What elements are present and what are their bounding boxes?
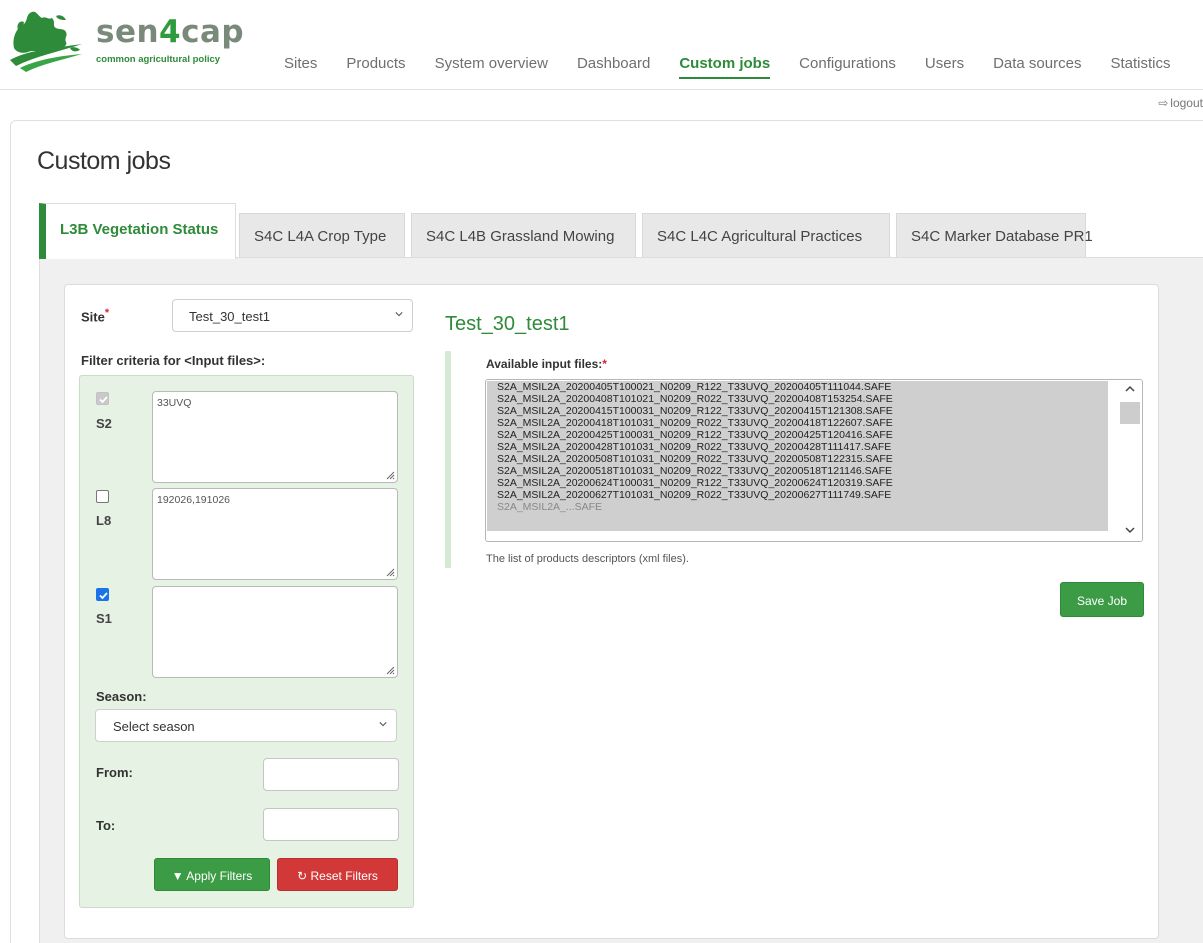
tab-l3b-vegetation-status[interactable]: L3B Vegetation Status: [39, 203, 236, 259]
nav-sites[interactable]: Sites: [284, 55, 317, 79]
file-option[interactable]: S2A_MSIL2A_20200428T101031_N0209_R022_T3…: [487, 441, 1108, 453]
file-option[interactable]: S2A_MSIL2A_20200418T101031_N0209_R022_T3…: [487, 417, 1108, 429]
apply-filters-button[interactable]: ▼ Apply Filters: [154, 858, 270, 891]
file-option[interactable]: S2A_MSIL2A_20200408T101021_N0209_R022_T3…: [487, 393, 1108, 405]
chevron-down-icon: [379, 722, 387, 727]
file-option[interactable]: S2A_MSIL2A_20200405T100021_N0209_R122_T3…: [487, 381, 1108, 393]
from-label: From:: [96, 765, 133, 780]
to-date-input[interactable]: [263, 808, 399, 841]
file-option[interactable]: S2A_MSIL2A_20200518T101031_N0209_R022_T3…: [487, 465, 1108, 477]
filter-icon: ▼: [171, 869, 184, 883]
page-title: Custom jobs: [37, 147, 171, 175]
job-form-card: Site* Test_30_test1 Filter criteria for …: [64, 284, 1159, 939]
resize-grip-icon[interactable]: [385, 665, 395, 675]
tab-content: Site* Test_30_test1 Filter criteria for …: [39, 257, 1203, 943]
available-files-list[interactable]: S2A_MSIL2A_20200405T100021_N0209_R122_T3…: [485, 379, 1143, 542]
s2-label: S2: [96, 416, 112, 431]
season-select-value: Select season: [113, 719, 195, 734]
check-icon: [99, 396, 108, 404]
file-option[interactable]: S2A_MSIL2A_20200624T100031_N0209_R122_T3…: [487, 477, 1108, 489]
selected-files-group: S2A_MSIL2A_20200405T100021_N0209_R122_T3…: [487, 381, 1108, 531]
sign-out-icon: ⇨: [1158, 96, 1169, 110]
reset-filters-label: Reset Filters: [310, 869, 378, 883]
files-panel-accent: [445, 351, 451, 568]
l8-label: L8: [96, 513, 112, 528]
files-help-text: The list of products descriptors (xml fi…: [486, 553, 689, 565]
brand-name: sen4cap: [96, 14, 245, 50]
reset-filters-button[interactable]: ↻ Reset Filters: [277, 858, 398, 891]
brand-logo[interactable]: sen4cap common agricultural policy: [8, 8, 244, 72]
scrollbar-thumb[interactable]: [1120, 402, 1140, 424]
nav-users[interactable]: Users: [925, 55, 964, 79]
filter-panel: S2 33UVQ L8 192026,191026 S1 Season: Sel…: [79, 375, 414, 908]
l8-checkbox[interactable]: [96, 490, 109, 503]
save-job-button[interactable]: Save Job: [1060, 582, 1144, 617]
refresh-icon: ↻: [297, 869, 308, 883]
l8-tiles-value: 192026,191026: [157, 494, 230, 506]
season-select[interactable]: Select season: [95, 709, 397, 742]
file-option[interactable]: S2A_MSIL2A_20200415T100031_N0209_R122_T3…: [487, 405, 1108, 417]
file-option[interactable]: S2A_MSIL2A_20200425T100031_N0209_R122_T3…: [487, 429, 1108, 441]
to-label: To:: [96, 818, 116, 833]
site-heading: Test_30_test1: [445, 313, 570, 335]
l8-tiles-textarea[interactable]: 192026,191026: [152, 488, 398, 580]
nav-products[interactable]: Products: [346, 55, 405, 79]
main-nav: Sites Products System overview Dashboard…: [284, 55, 1199, 79]
scroll-down-icon[interactable]: [1125, 526, 1135, 534]
tab-s4c-l4b-grassland-mowing[interactable]: S4C L4B Grassland Mowing: [411, 213, 636, 258]
chevron-down-icon: [395, 312, 403, 317]
site-label: Site*: [81, 307, 110, 325]
page-container: Custom jobs L3B Vegetation Status S4C L4…: [10, 120, 1203, 943]
season-label: Season:: [96, 689, 147, 704]
s1-tiles-textarea[interactable]: [152, 586, 398, 678]
nav-custom-jobs[interactable]: Custom jobs: [679, 55, 771, 79]
s1-label: S1: [96, 611, 112, 626]
available-files-label: Available input files:*: [486, 357, 607, 371]
check-icon: [99, 592, 108, 600]
logout-label: logout: [1170, 96, 1203, 110]
files-scrollbar[interactable]: [1118, 380, 1142, 541]
site-select[interactable]: Test_30_test1: [172, 299, 413, 332]
tab-s4c-marker-database-pr1[interactable]: S4C Marker Database PR1: [896, 213, 1093, 258]
s2-tiles-value: 33UVQ: [157, 397, 192, 409]
file-option[interactable]: S2A_MSIL2A_20200627T101031_N0209_R022_T3…: [487, 489, 1108, 501]
scroll-up-icon[interactable]: [1125, 385, 1135, 393]
file-option[interactable]: S2A_MSIL2A_20200508T101031_N0209_R022_T3…: [487, 453, 1108, 465]
s2-tiles-textarea[interactable]: 33UVQ: [152, 391, 398, 483]
from-date-input[interactable]: [263, 758, 399, 791]
file-option-partial[interactable]: S2A_MSIL2A_...SAFE: [487, 501, 1108, 513]
filter-criteria-label: Filter criteria for <Input files>:: [81, 353, 266, 368]
apply-filters-label: Apply Filters: [186, 869, 253, 883]
tab-s4c-l4a-crop-type[interactable]: S4C L4A Crop Type: [239, 213, 405, 258]
resize-grip-icon[interactable]: [385, 470, 395, 480]
s1-checkbox[interactable]: [96, 588, 109, 601]
nav-statistics[interactable]: Statistics: [1110, 55, 1170, 79]
nav-dashboard[interactable]: Dashboard: [577, 55, 650, 79]
nav-system-overview[interactable]: System overview: [435, 55, 548, 79]
s2-checkbox[interactable]: [96, 392, 109, 405]
nav-data-sources[interactable]: Data sources: [993, 55, 1081, 79]
logout-link[interactable]: ⇨ logout: [1158, 96, 1203, 110]
europe-map-logo-icon: [10, 11, 82, 72]
brand-tagline: common agricultural policy: [96, 54, 221, 65]
tab-s4c-l4c-agricultural-practices[interactable]: S4C L4C Agricultural Practices: [642, 213, 890, 258]
top-header: sen4cap common agricultural policy Sites…: [0, 0, 1203, 90]
site-select-value: Test_30_test1: [189, 309, 270, 324]
nav-configurations[interactable]: Configurations: [799, 55, 896, 79]
resize-grip-icon[interactable]: [385, 567, 395, 577]
